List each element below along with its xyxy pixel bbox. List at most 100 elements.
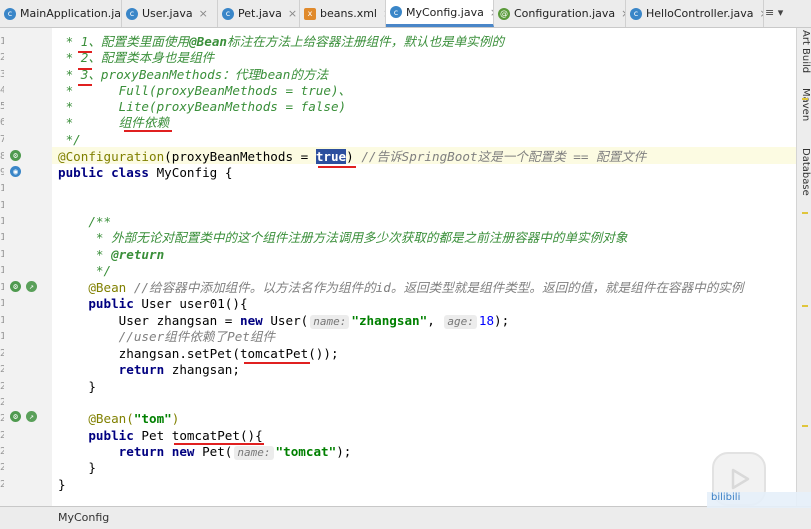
class-icon: c — [630, 7, 642, 20]
annotation-underline — [78, 84, 92, 86]
class-icon: c — [390, 6, 402, 18]
line-number: 4 — [0, 85, 4, 96]
bean-config-icon[interactable]: ⚙ — [10, 150, 21, 161]
line-number: 25 — [0, 430, 4, 441]
scroll-marker[interactable] — [802, 305, 808, 307]
bean-navigate-icon[interactable]: ↗ — [26, 411, 37, 422]
xml-icon: x — [304, 7, 316, 20]
line-number: 18 — [0, 315, 4, 326]
line-number: 11 — [0, 200, 4, 211]
tab-mainapplication[interactable]: c MainApplication.java × — [0, 0, 122, 27]
code-line-28: } — [58, 477, 66, 492]
tab-label: HelloController.java — [646, 7, 754, 20]
line-number: 19 — [0, 331, 4, 342]
tab-label: Configuration.java — [514, 7, 616, 20]
line-number: 1 — [0, 36, 4, 47]
code-line-5: * Lite(proxyBeanMethods = false) — [58, 99, 347, 114]
tab-user[interactable]: c User.java × — [122, 0, 218, 27]
close-icon[interactable]: × — [288, 7, 297, 20]
annotation-icon: @ — [498, 7, 510, 20]
spring-bean-icon[interactable]: ◉ — [10, 166, 21, 177]
tab-beans-xml[interactable]: x beans.xml × — [300, 0, 386, 27]
line-number: 7 — [0, 134, 4, 145]
line-number: 17 — [0, 298, 4, 309]
parameter-hint: name: — [310, 315, 350, 329]
code-line-12: /** — [58, 214, 112, 229]
code-line-22: } — [58, 379, 96, 394]
line-number: 2 — [0, 52, 4, 63]
line-number: 16 — [0, 282, 4, 293]
line-number: 14 — [0, 249, 4, 260]
line-number: 15 — [0, 265, 4, 276]
class-icon: c — [222, 7, 234, 20]
code-line-13: * 外部无论对配置类中的这个组件注册方法调用多少次获取的都是之前注册容器中的单实… — [58, 230, 628, 245]
line-number: 23 — [0, 397, 4, 408]
line-number: 26 — [0, 446, 4, 457]
bean-navigate-icon[interactable]: ↗ — [26, 281, 37, 292]
code-line-19: //user组件依赖了Pet组件 — [58, 329, 276, 344]
tab-label: MyConfig.java — [406, 5, 484, 19]
editor-gutter — [0, 28, 52, 506]
code-line-6: * 组件依赖 — [58, 115, 170, 130]
code-line-18: User zhangsan = new User(name: "zhangsan"… — [58, 313, 510, 329]
code-line-25: public Pet tomcatPet(){ — [58, 428, 263, 443]
line-number: 8 — [0, 151, 4, 162]
code-line-15: */ — [58, 263, 112, 278]
class-icon: c — [4, 7, 16, 20]
code-line-14: * @return — [58, 247, 165, 262]
tab-pet[interactable]: c Pet.java × — [218, 0, 300, 27]
code-line-1: * 1、配置类里面使用@Bean标注在方法上给容器注册组件，默认也是单实例的 — [58, 34, 505, 49]
selected-text[interactable]: true — [315, 149, 347, 164]
code-line-27: } — [58, 460, 96, 475]
bean-method-icon[interactable]: ⚙ — [10, 411, 21, 422]
line-number: 3 — [0, 69, 4, 80]
parameter-hint: age: — [444, 315, 477, 329]
status-bar: MyConfig — [0, 506, 811, 529]
code-line-8: @Configuration(proxyBeanMethods = true) … — [58, 149, 647, 164]
annotation-underline — [318, 166, 356, 168]
maven-tool[interactable]: Maven — [800, 88, 811, 121]
line-number: 28 — [0, 479, 4, 490]
breadcrumb[interactable]: MyConfig — [58, 511, 109, 524]
bean-method-icon[interactable]: ⚙ — [10, 281, 21, 292]
annotation-underline — [124, 130, 172, 132]
code-line-26: return new Pet(name: "tomcat"); — [58, 444, 352, 460]
tab-label: beans.xml — [320, 7, 377, 20]
scroll-marker[interactable] — [802, 425, 808, 427]
parameter-hint: name: — [234, 446, 274, 460]
line-number: 13 — [0, 232, 4, 243]
line-number: 12 — [0, 216, 4, 227]
tab-hellocontroller[interactable]: c HelloController.java × — [626, 0, 764, 27]
code-line-24: @Bean("tom") — [58, 411, 180, 426]
close-icon[interactable]: × — [199, 7, 208, 20]
scroll-marker[interactable] — [802, 212, 808, 214]
tab-label: MainApplication.java — [20, 7, 122, 20]
line-number: 5 — [0, 101, 4, 112]
code-line-3: * 3、proxyBeanMethods：代理bean的方法 — [58, 67, 329, 82]
line-number: 27 — [0, 462, 4, 473]
database-tool[interactable]: Database — [800, 148, 811, 196]
line-number: 22 — [0, 381, 4, 392]
tab-configuration[interactable]: @ Configuration.java × — [494, 0, 626, 27]
tabs-overflow-menu[interactable]: ≡ ▾ — [765, 6, 807, 22]
code-line-4: * Full(proxyBeanMethods = true)、 — [58, 83, 352, 98]
tab-myconfig[interactable]: c MyConfig.java × — [386, 0, 494, 27]
annotation-underline — [244, 362, 310, 364]
code-line-17: public User user01(){ — [58, 296, 248, 311]
play-icon — [731, 468, 750, 490]
line-number: 10 — [0, 183, 4, 194]
close-icon[interactable]: × — [760, 7, 763, 20]
scroll-marker[interactable] — [802, 98, 808, 100]
editor-tab-bar: c MainApplication.java × c User.java × c… — [0, 0, 811, 28]
tab-label: User.java — [142, 7, 193, 20]
art-build-tool[interactable]: Art Build — [800, 30, 811, 73]
code-line-9: public class MyConfig { — [58, 165, 233, 180]
class-icon: c — [126, 7, 138, 20]
annotation-underline — [78, 51, 92, 53]
code-line-7: */ — [58, 132, 81, 147]
tab-label: Pet.java — [238, 7, 282, 20]
line-number: 6 — [0, 117, 4, 128]
code-line-21: return zhangsan; — [58, 362, 240, 377]
annotation-underline — [78, 68, 92, 70]
line-number: 20 — [0, 348, 4, 359]
